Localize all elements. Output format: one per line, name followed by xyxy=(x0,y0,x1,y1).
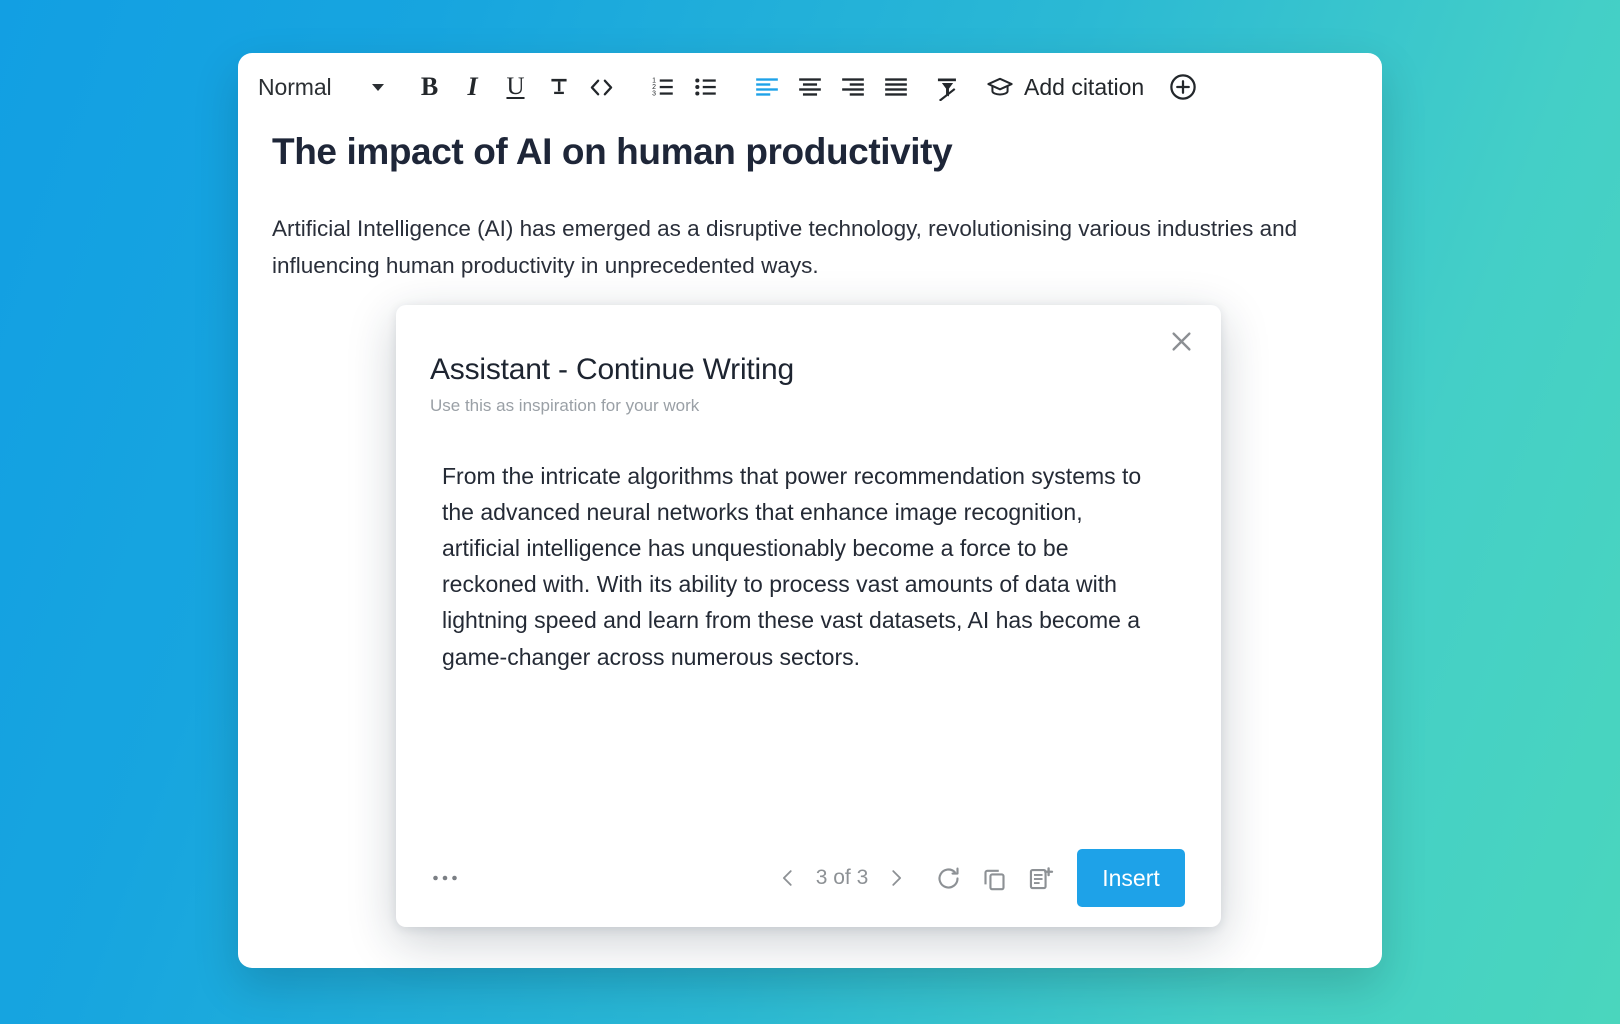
clear-formatting-icon xyxy=(937,78,956,101)
copy-button[interactable] xyxy=(971,855,1017,901)
document-paragraph: Artificial Intelligence (AI) has emerged… xyxy=(272,216,1298,278)
svg-text:3: 3 xyxy=(652,91,656,98)
previous-result-button[interactable] xyxy=(769,859,807,897)
ordered-list-icon: 1 2 3 xyxy=(652,78,673,98)
align-left-button[interactable] xyxy=(745,66,788,109)
insert-button[interactable]: Insert xyxy=(1077,849,1185,907)
add-block-button[interactable] xyxy=(1161,66,1204,109)
modal-title: Assistant - Continue Writing xyxy=(430,353,794,386)
align-justify-button[interactable] xyxy=(874,66,917,109)
document-title: The impact of AI on human productivity xyxy=(272,131,953,172)
document-body: The impact of AI on human productivity A… xyxy=(238,131,1382,284)
paragraph-style-value: Normal xyxy=(258,73,332,100)
code-icon xyxy=(590,79,613,95)
italic-button[interactable]: I xyxy=(451,66,494,109)
next-result-button[interactable] xyxy=(877,859,915,897)
graduation-cap-icon xyxy=(987,77,1013,96)
align-left-icon xyxy=(755,78,778,96)
paragraph-style-select[interactable]: Normal xyxy=(250,66,390,108)
strikethrough-icon xyxy=(550,78,567,95)
align-center-icon xyxy=(798,78,821,96)
align-right-icon xyxy=(841,78,864,96)
copy-icon xyxy=(983,869,1005,890)
modal-header: Assistant - Continue Writing Use this as… xyxy=(396,305,1221,416)
more-options-button[interactable] xyxy=(424,857,466,899)
underline-icon: U xyxy=(506,73,525,100)
refresh-icon xyxy=(938,867,959,889)
add-citation-button[interactable]: Add citation xyxy=(978,65,1152,109)
editor-toolbar: Normal B I U 1 2 3 Add citation xyxy=(238,53,1382,121)
result-pagination: 3 of 3 xyxy=(769,859,915,897)
ordered-list-button[interactable]: 1 2 3 xyxy=(641,66,684,109)
chevron-right-icon xyxy=(892,870,902,886)
add-citation-label: Add citation xyxy=(1024,73,1145,100)
close-button[interactable] xyxy=(1161,321,1201,361)
align-justify-icon xyxy=(884,78,907,96)
close-icon xyxy=(1171,331,1191,351)
modal-subtitle: Use this as inspiration for your work xyxy=(430,396,700,415)
assistant-modal: Assistant - Continue Writing Use this as… xyxy=(396,305,1221,927)
bold-button[interactable]: B xyxy=(408,66,451,109)
bullet-list-icon xyxy=(694,78,716,96)
pagination-label: 3 of 3 xyxy=(815,866,869,889)
plus-circle-icon xyxy=(1169,74,1196,100)
chevron-down-icon xyxy=(372,83,384,91)
align-right-button[interactable] xyxy=(831,66,874,109)
strikethrough-button[interactable] xyxy=(537,66,580,109)
footer-actions: 3 of 3 Insert xyxy=(769,849,1185,907)
insert-as-document-button[interactable] xyxy=(1017,855,1063,901)
align-center-button[interactable] xyxy=(788,66,831,109)
bold-icon: B xyxy=(420,72,439,101)
document-plus-icon xyxy=(1029,866,1053,889)
chevron-left-icon xyxy=(782,870,792,886)
ellipsis-icon xyxy=(433,875,457,881)
modal-body: From the intricate algorithms that power… xyxy=(396,416,1221,829)
regenerate-button[interactable] xyxy=(925,855,971,901)
bullet-list-button[interactable] xyxy=(684,66,727,109)
italic-icon: I xyxy=(467,72,478,101)
underline-button[interactable]: U xyxy=(494,66,537,109)
code-block-button[interactable] xyxy=(580,66,623,109)
clear-formatting-button[interactable] xyxy=(926,66,969,109)
assistant-generated-text: From the intricate algorithms that power… xyxy=(442,463,1142,670)
modal-footer: 3 of 3 Insert xyxy=(396,829,1221,927)
